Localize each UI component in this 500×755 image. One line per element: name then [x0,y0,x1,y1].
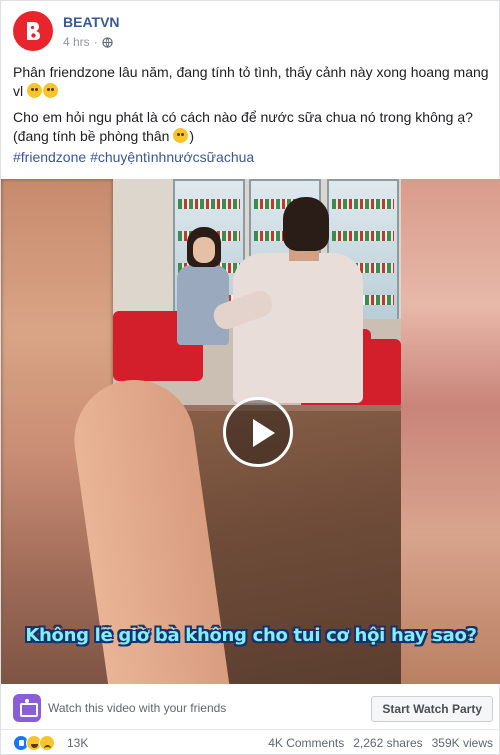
facebook-post: BEATVN 4 hrs · Phân friendzone lâu năm, … [0,0,500,755]
start-watch-party-button[interactable]: Start Watch Party [371,696,493,722]
post-text-line-1: Phân friendzone lâu năm, đang tính tỏ tì… [13,64,489,99]
post-paragraph: Cho em hỏi ngu phát là có cách nào để nư… [13,108,491,146]
watch-party-icon [13,694,41,722]
post-meta: 4 hrs · [63,35,113,49]
play-icon[interactable] [223,397,293,467]
watch-party-prompt: Watch this video with your friends [48,701,227,715]
man-figure [210,197,363,417]
smiling-emoji-icon [173,128,189,143]
reaction-count[interactable]: 13K [67,736,88,750]
red-chair [363,339,401,409]
reactions-bar: 13K 4K Comments 2,262 shares 359K views [1,731,500,755]
beatvn-logo-icon [27,22,40,40]
watch-party-bar: Watch this video with your friends Start… [1,684,500,730]
globe-icon [102,36,113,48]
post-paragraph: Phân friendzone lâu năm, đang tính tỏ tì… [13,63,491,101]
flushed-emoji-icon [27,83,43,98]
hashtags: #friendzone #chuyệntìnhnướcsữachua [13,149,254,165]
post-text-line-2: Cho em hỏi ngu phát là có cách nào để nư… [13,109,473,144]
post-header: BEATVN 4 hrs · [13,11,483,55]
video-subtitle: Không lẽ giờ bà không cho tui cơ hội hay… [25,625,477,646]
comments-count-link[interactable]: 4K Comments [268,736,344,750]
post-timestamp[interactable]: 4 hrs [63,35,90,49]
shares-count-link[interactable]: 2,262 shares [353,736,422,750]
post-stats: 4K Comments 2,262 shares 359K views [268,736,493,750]
post-text: Phân friendzone lâu năm, đang tính tỏ tì… [13,63,491,153]
flushed-emoji-icon [43,83,59,98]
video-player[interactable]: Không lẽ giờ bà không cho tui cơ hội hay… [1,179,500,684]
hashtag-link[interactable]: #friendzone [13,149,86,165]
video-blur-right [401,179,500,684]
page-name-link[interactable]: BEATVN [63,14,120,30]
views-count: 359K views [431,736,493,750]
hashtag-link[interactable]: #chuyệntìnhnướcsữachua [90,149,254,165]
post-text-line-2-end: ) [189,128,195,144]
page-avatar[interactable] [13,11,53,51]
sad-reaction-icon [39,735,55,751]
reaction-icons[interactable] [13,735,55,751]
